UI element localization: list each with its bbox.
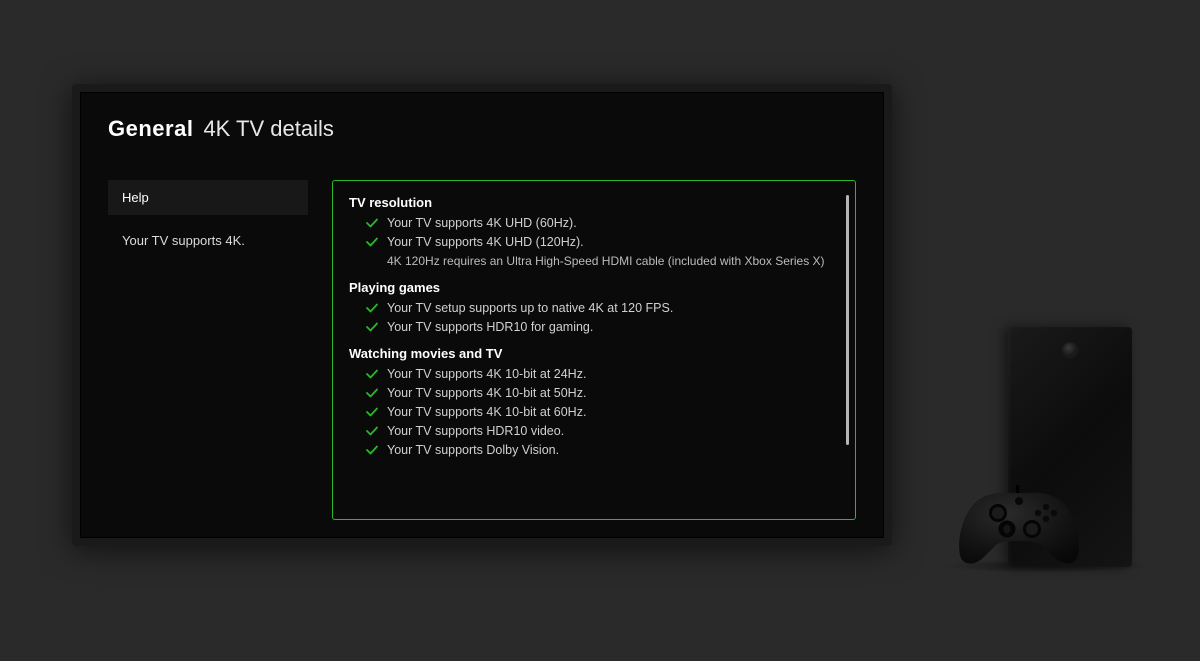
capability-text: Your TV supports 4K UHD (60Hz). (387, 216, 577, 230)
section-note: 4K 120Hz requires an Ultra High-Speed HD… (349, 254, 839, 268)
check-icon (365, 367, 379, 381)
left-column: Help Your TV supports 4K. (108, 180, 308, 520)
scrollbar[interactable] (846, 195, 849, 445)
check-icon (365, 443, 379, 457)
console-image (940, 303, 1150, 573)
capability-text: Your TV setup supports up to native 4K a… (387, 301, 673, 315)
section-playing-games: Playing games Your TV setup supports up … (349, 280, 839, 334)
capability-line: Your TV supports 4K 10-bit at 60Hz. (349, 405, 839, 419)
capability-text: Your TV supports 4K 10-bit at 60Hz. (387, 405, 586, 419)
check-icon (365, 235, 379, 249)
capability-line: Your TV supports Dolby Vision. (349, 443, 839, 457)
support-summary: Your TV supports 4K. (108, 233, 308, 248)
header-light: 4K TV details (203, 116, 333, 142)
capability-line: Your TV supports HDR10 video. (349, 424, 839, 438)
details-panel[interactable]: TV resolution Your TV supports 4K UHD (6… (332, 180, 856, 520)
capability-text: Your TV supports HDR10 for gaming. (387, 320, 593, 334)
check-icon (365, 301, 379, 315)
check-icon (365, 424, 379, 438)
check-icon (365, 405, 379, 419)
section-tv-resolution: TV resolution Your TV supports 4K UHD (6… (349, 195, 839, 268)
capability-text: Your TV supports 4K UHD (120Hz). (387, 235, 584, 249)
section-title: TV resolution (349, 195, 839, 210)
xbox-controller-icon (954, 483, 1084, 569)
section-title: Watching movies and TV (349, 346, 839, 361)
capability-line: Your TV supports 4K UHD (120Hz). (349, 235, 839, 249)
capability-line: Your TV supports 4K 10-bit at 50Hz. (349, 386, 839, 400)
check-icon (365, 216, 379, 230)
capability-text: Your TV supports Dolby Vision. (387, 443, 559, 457)
check-icon (365, 320, 379, 334)
capability-line: Your TV supports 4K 10-bit at 24Hz. (349, 367, 839, 381)
xbox-logo-icon (1063, 343, 1077, 357)
capability-line: Your TV setup supports up to native 4K a… (349, 301, 839, 315)
section-watching: Watching movies and TV Your TV supports … (349, 346, 839, 457)
section-title: Playing games (349, 280, 839, 295)
capability-line: Your TV supports 4K UHD (60Hz). (349, 216, 839, 230)
check-icon (365, 386, 379, 400)
content-row: Help Your TV supports 4K. TV resolution … (108, 180, 856, 520)
capability-text: Your TV supports HDR10 video. (387, 424, 564, 438)
capability-line: Your TV supports HDR10 for gaming. (349, 320, 839, 334)
capability-text: Your TV supports 4K 10-bit at 24Hz. (387, 367, 586, 381)
header-bold: General (108, 116, 193, 142)
tv-settings-screen: General 4K TV details Help Your TV suppo… (72, 84, 892, 546)
page-title: General 4K TV details (108, 116, 856, 142)
help-button[interactable]: Help (108, 180, 308, 215)
capability-text: Your TV supports 4K 10-bit at 50Hz. (387, 386, 586, 400)
